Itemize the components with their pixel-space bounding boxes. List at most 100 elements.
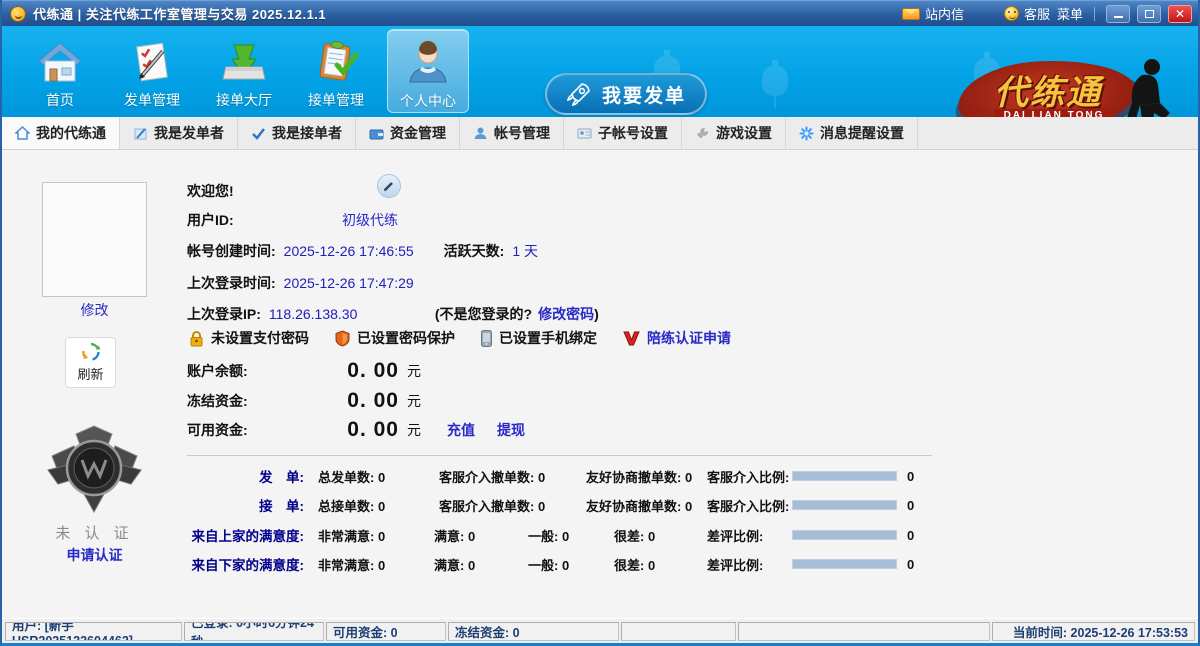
wrench-small-icon [695,126,710,141]
stat-label: 客服介入撤单数: [439,470,534,485]
tab-label: 我是接单者 [272,123,342,143]
available-value: 0. 00 [327,418,399,442]
apply-certification-link[interactable]: 申请认证 [67,547,123,563]
nav-item-order-hall[interactable]: 接单大厅 [203,29,285,113]
recharge-link[interactable]: 充值 [447,420,475,440]
available-label: 可用资金: [187,420,327,440]
nav-item-order-post-mgmt[interactable]: 发单管理 [111,29,193,113]
tab-label: 我的代练通 [36,123,106,143]
stat-value: 0 [685,499,692,514]
tab-i-am-taker[interactable]: 我是接单者 [238,117,356,149]
stat-value: 0 [468,529,475,544]
tab-subaccount-settings[interactable]: 子帐号设置 [564,117,682,149]
balance-row: 账户余额: 0. 00 元 [187,358,421,384]
escort-cert-item[interactable]: 陪练认证申请 [623,328,731,348]
section-divider [187,455,932,456]
nav-item-home[interactable]: 首页 [19,29,101,113]
security-status-row: 未设置支付密码 已设置密码保护 已设置手机绑定 陪练认证申请 [189,328,731,348]
balance-unit: 元 [407,361,421,381]
stat-label: 非常满意: [318,558,374,573]
user-id-line: 用户ID: 初级代练 [187,210,398,230]
app-logo-icon [10,6,26,22]
change-password-link[interactable]: 修改密码 [538,304,594,324]
minimize-button[interactable] [1106,5,1130,23]
ratio-label: 客服介入比例: [707,467,792,486]
tab-label: 子帐号设置 [598,123,668,143]
frozen-unit: 元 [407,391,421,411]
brand-logo: 代练通 DAI LIAN TONG [958,57,1174,117]
welcome-line: 欢迎您! [187,181,234,201]
tab-my-dailiantong[interactable]: 我的代练通 [2,117,120,149]
user-level-link[interactable]: 初级代练 [342,210,398,230]
modify-avatar-link[interactable]: 修改 [81,302,109,318]
not-you-text: (不是您登录的? [435,304,532,324]
pencil-small-icon [133,126,148,141]
active-days-label: 活跃天数: [444,241,505,261]
available-row: 可用资金: 0. 00 元 充值 提现 [187,417,525,443]
tab-label: 帐号管理 [494,123,550,143]
mail-icon [902,8,920,20]
last-login-label: 上次登录时间: [187,273,276,293]
stat-value: 0 [378,529,385,544]
nav-label-order-post-mgmt: 发单管理 [124,90,180,110]
ratio-progress-bar [792,500,897,510]
rank-medal [46,420,143,518]
tab-account-mgmt[interactable]: 帐号管理 [460,117,564,149]
app-window: 代练通 | 关注代练工作室管理与交易 2025.12.1.1 站内信 客服 菜单… [0,0,1200,646]
menu-button[interactable]: 菜单 [1057,4,1083,23]
stat-value: 0 [378,499,385,514]
stat-label: 很差: [614,529,644,544]
tab-label: 资金管理 [390,123,446,143]
last-ip-label: 上次登录IP: [187,304,261,324]
stat-label: 客服介入撤单数: [439,499,534,514]
cert-v-icon [623,331,640,346]
refresh-button[interactable]: 刷新 [65,337,116,388]
last-login-line: 上次登录时间: 2025-12-26 17:47:29 [187,273,414,293]
password-protect-status: 已设置密码保护 [335,328,455,348]
stat-label: 满意: [434,558,464,573]
stats-row-label: 来自下家的满意度: [187,554,304,574]
escort-cert-link: 陪练认证申请 [647,328,731,348]
status-frozen-funds: 冻结资金: 0 [448,622,619,641]
stat-value: 0 [648,529,655,544]
user-small-icon [473,126,488,141]
stat-value: 0 [468,558,475,573]
frozen-value: 0. 00 [327,389,399,413]
customer-service-button[interactable]: 客服 [1004,4,1050,23]
nav-item-order-take-mgmt[interactable]: 接单管理 [295,29,377,113]
nav-item-personal-center[interactable]: 个人中心 [387,29,469,113]
stat-value: 0 [378,558,385,573]
statusbar: 用户: [新手USR2025122604462] 已登录: 0小时6分钟24秒 … [2,618,1198,643]
last-ip-line: 上次登录IP: 118.26.138.30 (不是您登录的? 修改密码 ) [187,304,599,324]
created-label: 帐号创建时间: [187,241,276,261]
stat-value: 0 [562,529,569,544]
ratio-value: 0 [907,528,914,543]
withdraw-link[interactable]: 提现 [497,420,525,440]
shield-icon [335,330,350,347]
ratio-value: 0 [907,469,914,484]
tab-message-alert-settings[interactable]: 消息提醒设置 [786,117,918,149]
password-protect-label: 已设置密码保护 [357,328,455,348]
status-empty-cell [621,622,736,641]
stat-label: 总接单数: [318,499,374,514]
stats-row-label: 来自上家的满意度: [187,525,304,545]
titlebar: 代练通 | 关注代练工作室管理与交易 2025.12.1.1 站内信 客服 菜单… [2,0,1198,26]
document-pen-icon [129,37,175,87]
close-button[interactable]: ✕ [1168,5,1192,23]
last-ip-value: 118.26.138.30 [269,306,409,322]
post-order-button[interactable]: 我要发单 [545,73,707,115]
ratio-label: 差评比例: [707,526,792,545]
edit-nickname-button[interactable] [377,174,401,198]
ratio-value: 0 [907,498,914,513]
user-id-label: 用户ID: [187,210,342,230]
maximize-button[interactable] [1137,5,1161,23]
inbox-button[interactable]: 站内信 [902,4,964,23]
tab-funds-mgmt[interactable]: 资金管理 [356,117,460,149]
uncertified-label: 未 认 证 [42,522,147,543]
stats-row-upstream-satisfaction: 来自上家的满意度: 非常满意: 0 满意: 0 一般: 0 很差: 0 差评比例… [187,525,914,545]
tab-game-settings[interactable]: 游戏设置 [682,117,786,149]
phone-bind-status: 已设置手机绑定 [481,328,597,348]
tab-i-am-poster[interactable]: 我是发单者 [120,117,238,149]
status-available-funds: 可用资金: 0 [326,622,446,641]
stat-label: 总发单数: [318,470,374,485]
